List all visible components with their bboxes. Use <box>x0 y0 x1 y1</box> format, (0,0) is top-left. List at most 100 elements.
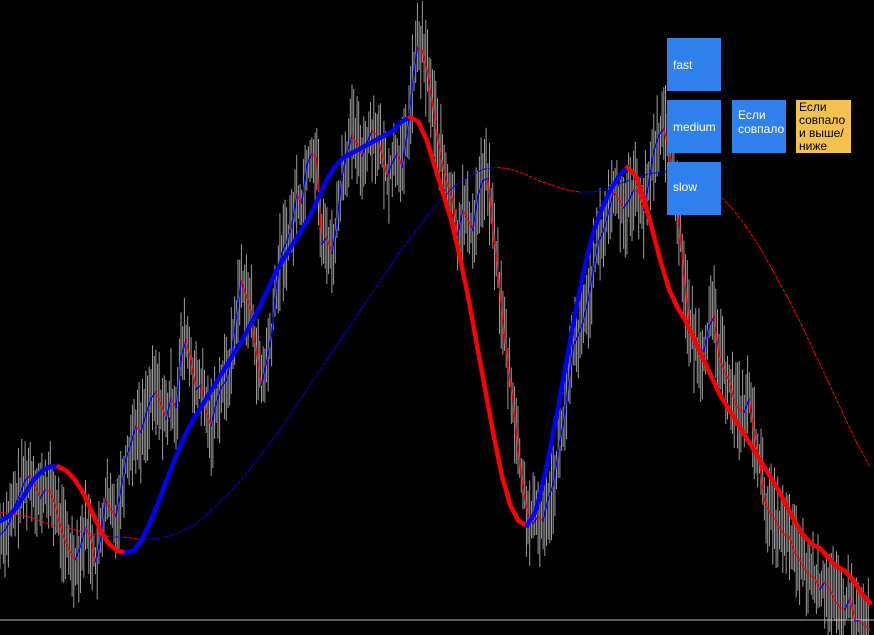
medium-ma-segment <box>165 455 178 481</box>
fast-ma-segment <box>517 447 524 488</box>
fast-ma-segment <box>195 384 202 391</box>
fast-ma-segment <box>472 195 479 232</box>
medium-ma-segment <box>666 287 680 311</box>
fast-ma-segment <box>436 136 444 166</box>
fast-ma-segment <box>819 581 826 590</box>
slow-ma-segment <box>234 470 250 488</box>
slow-ma-segment <box>289 393 305 415</box>
fast-ma-segment <box>190 361 197 391</box>
fast-ma-segment <box>386 161 393 177</box>
fast-ma-segment <box>140 413 147 434</box>
slow-ma-segment <box>482 166 498 170</box>
fast-ma-segment <box>306 152 313 166</box>
fast-ma-segment <box>0 529 6 536</box>
cross-alert-button-label: Если совпало <box>738 108 785 136</box>
fast-ma-segment <box>829 588 836 602</box>
fast-ma-segment <box>788 536 796 554</box>
medium-ma-segment <box>474 341 488 392</box>
fast-ma-segment <box>245 295 253 313</box>
fast-ma-segment <box>577 320 585 336</box>
fast-ma-segment <box>542 497 549 522</box>
fast-ma-segment <box>285 225 293 243</box>
fast-ma-segment <box>426 71 434 105</box>
fast-ma-segment <box>859 620 866 627</box>
fast-ma-segment <box>165 397 172 420</box>
cross-direction-alert-button[interactable]: Если совпало и выше/ниже <box>796 100 851 153</box>
slow-ma-segment <box>386 250 401 272</box>
slow-ma-segment <box>496 166 512 170</box>
fast-ma-segment <box>597 229 605 243</box>
fast-ma-segment <box>592 241 600 270</box>
slow-ma-segment <box>275 413 291 436</box>
medium-ma-segment <box>156 475 170 503</box>
fast-ma-segment <box>155 391 162 404</box>
fast-ma-segment <box>803 568 811 577</box>
fast-ma-segment <box>849 597 856 622</box>
fast-ma-segment <box>844 597 851 611</box>
fast-ma-segment <box>743 397 750 413</box>
fast-ma-segment <box>109 509 117 518</box>
slow-ma-segment <box>206 500 222 515</box>
fast-ma-segment <box>205 411 212 427</box>
fast-ma-segment <box>145 397 152 416</box>
fast-ma-button-label: fast <box>673 58 693 72</box>
slow-ma-segment <box>538 180 553 186</box>
slow-ma-segment <box>303 373 319 395</box>
medium-ma-segment <box>775 487 789 508</box>
fast-ma-segment <box>587 268 595 300</box>
slow-ma-segment <box>13 513 29 517</box>
fast-ma-segment <box>522 486 529 518</box>
slow-ma-segment <box>828 382 843 413</box>
slow-ma-segment <box>165 531 180 538</box>
medium-ma-segment <box>190 405 204 424</box>
fast-ma-segment <box>839 606 846 611</box>
fast-ma-segment <box>612 191 620 200</box>
fast-ma-segment <box>84 527 92 538</box>
fast-ma-segment <box>768 511 776 520</box>
fast-ma-segment <box>482 177 489 182</box>
medium-ma-segment <box>466 296 480 347</box>
fast-ma-segment <box>125 443 132 461</box>
medium-ma-segment <box>549 391 563 442</box>
medium-ma-segment <box>482 387 496 438</box>
fast-ma-segment <box>467 218 474 232</box>
medium-ma-segment <box>139 518 153 542</box>
slow-ma-button[interactable]: slow <box>667 162 721 215</box>
fast-ma-segment <box>34 484 41 500</box>
fast-ma-segment <box>104 497 112 511</box>
slow-ma-segment <box>192 513 208 527</box>
medium-ma-segment <box>181 418 195 440</box>
fast-ma-segment <box>834 599 841 608</box>
medium-ma-segment <box>499 473 513 508</box>
fast-ma-segment <box>547 484 554 500</box>
fast-ma-segment <box>240 279 248 298</box>
slow-ma-segment <box>330 332 346 354</box>
fast-ma-segment <box>381 155 388 177</box>
fast-ma-segment <box>497 270 504 323</box>
fast-ma-segment <box>733 400 740 411</box>
slow-ma-segment <box>358 291 374 313</box>
fast-ma-segment <box>170 397 177 409</box>
fast-ma-segment <box>809 574 816 579</box>
fast-ma-segment <box>296 193 303 205</box>
fast-ma-segment <box>185 338 192 363</box>
fast-ma-button[interactable]: fast <box>667 38 721 91</box>
cross-alert-button[interactable]: Если совпало <box>732 100 786 153</box>
fast-ma-segment <box>492 225 499 273</box>
medium-ma-segment <box>641 196 655 233</box>
fast-ma-segment <box>502 320 509 366</box>
medium-ma-segment <box>307 196 321 220</box>
medium-ma-segment <box>851 577 864 596</box>
fast-ma-segment <box>321 236 328 245</box>
fast-ma-segment <box>748 397 755 436</box>
fast-ma-segment <box>49 490 56 506</box>
slow-ma-segment <box>786 295 802 325</box>
price-chart[interactable] <box>0 0 874 635</box>
fast-ma-segment <box>703 325 710 352</box>
medium-ma-segment <box>658 260 672 292</box>
fast-ma-segment <box>456 209 464 236</box>
fast-ma-segment <box>416 46 424 52</box>
medium-ma-button[interactable]: medium <box>667 100 721 153</box>
fast-ma-segment <box>406 84 414 134</box>
fast-ma-segment <box>477 180 484 198</box>
